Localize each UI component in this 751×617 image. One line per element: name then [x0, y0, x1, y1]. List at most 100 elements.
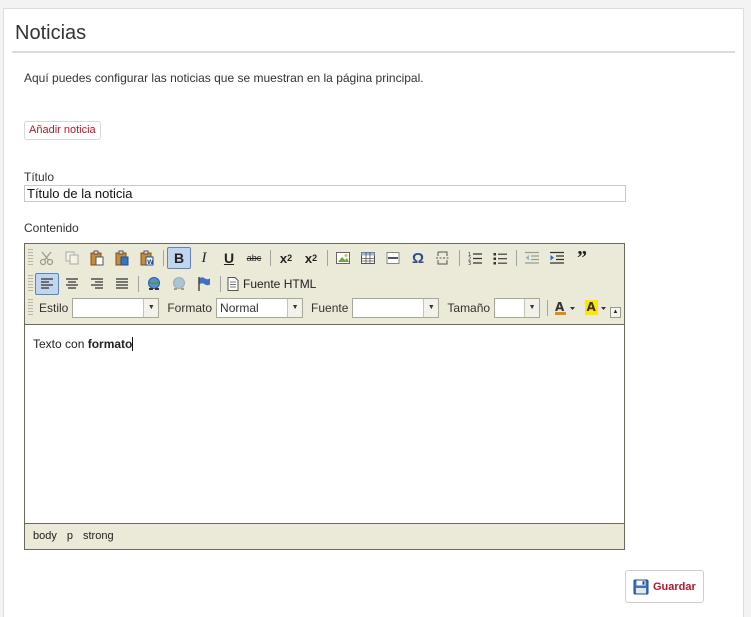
indent-icon [550, 251, 564, 264]
save-button[interactable]: Guardar [625, 570, 704, 603]
svg-text:W: W [147, 259, 154, 266]
save-label: Guardar [653, 580, 696, 593]
bold-button[interactable]: B [167, 247, 191, 269]
page-break-icon [436, 251, 450, 265]
toolbar-separator [516, 250, 517, 266]
outdent-button[interactable] [520, 247, 544, 269]
indent-button[interactable] [545, 247, 569, 269]
content-plain-text: Texto con [33, 337, 88, 351]
chevron-down-icon: ▼ [524, 299, 540, 317]
add-news-button[interactable]: Añadir noticia [24, 121, 101, 140]
format-select[interactable]: Normal ▼ [216, 298, 304, 318]
bulleted-list-icon [493, 253, 507, 265]
toolbar-separator [547, 300, 549, 316]
table-icon [361, 252, 375, 264]
paste-button[interactable] [85, 247, 109, 269]
subscript-button[interactable]: x2 [274, 247, 298, 269]
numbered-list-button[interactable]: 123 [463, 247, 487, 269]
style-select[interactable]: ▼ [72, 298, 160, 318]
paste-text-button[interactable] [110, 247, 134, 269]
bulleted-list-button[interactable] [488, 247, 512, 269]
italic-button[interactable]: I [192, 247, 216, 269]
text-caret [132, 337, 134, 351]
svg-text:A: A [555, 300, 565, 314]
format-label: Formato [167, 301, 213, 315]
chevron-down-icon: ▼ [423, 299, 439, 317]
horizontal-rule-button[interactable] [381, 247, 405, 269]
background-color-button[interactable]: A [582, 297, 612, 319]
format-value: Normal [220, 301, 259, 315]
toolbar-row-1: W B I U abc x2 x2 Ω 1 2 3 ” [27, 246, 595, 270]
editor-content-area[interactable]: Texto con formato [25, 324, 624, 524]
copy-icon [65, 251, 79, 265]
image-button[interactable] [331, 247, 355, 269]
rich-text-editor: W B I U abc x2 x2 Ω 1 2 3 ” Fuente HTML … [24, 243, 625, 550]
toolbar-separator [163, 250, 164, 266]
strikethrough-button[interactable]: abc [242, 247, 266, 269]
copy-button[interactable] [60, 247, 84, 269]
toolbar-separator [459, 250, 460, 266]
text-color-icon: A [555, 300, 576, 315]
toolbar-grip [28, 249, 33, 267]
collapse-toolbar-icon[interactable]: ▲ [610, 307, 621, 318]
content-bold-text: formato [87, 337, 133, 351]
toolbar-separator [270, 250, 271, 266]
link-button[interactable] [142, 273, 166, 295]
page-break-button[interactable] [431, 247, 455, 269]
svg-text:3: 3 [468, 261, 471, 266]
special-char-button[interactable]: Ω [406, 247, 430, 269]
size-label: Tamaño [447, 301, 491, 315]
unlink-globe-icon [173, 277, 185, 290]
align-center-button[interactable] [60, 273, 84, 295]
page-title: Noticias [15, 22, 87, 44]
table-button[interactable] [356, 247, 380, 269]
toolbar-grip [28, 299, 33, 317]
style-label: Estilo [39, 301, 69, 315]
background-color-icon: A [585, 300, 607, 315]
path-item-p[interactable]: p [67, 530, 73, 542]
justify-icon [116, 278, 128, 289]
path-item-strong[interactable]: strong [83, 530, 114, 542]
intro-text: Aquí puedes configurar las noticias que … [24, 71, 424, 85]
chevron-down-icon: ▼ [287, 299, 303, 317]
content-label: Contenido [24, 221, 79, 235]
element-path-bar: body p strong [33, 530, 114, 542]
align-left-button[interactable] [35, 273, 59, 295]
text-color-button[interactable]: A [551, 297, 581, 319]
document-icon [227, 277, 239, 291]
link-globe-icon [148, 277, 160, 290]
paste-text-icon [115, 250, 129, 266]
flag-icon [198, 277, 210, 291]
paste-word-button[interactable]: W [135, 247, 159, 269]
toolbar-separator [220, 276, 221, 292]
horizontal-rule-icon [386, 252, 400, 264]
source-html-label: Fuente HTML [243, 277, 317, 291]
toolbar-grip [28, 275, 33, 293]
title-divider [12, 51, 735, 53]
source-html-button[interactable]: Fuente HTML [224, 273, 321, 295]
font-select[interactable]: ▼ [352, 298, 440, 318]
size-select[interactable]: ▼ [494, 298, 541, 318]
cut-button[interactable] [35, 247, 59, 269]
unlink-button[interactable] [167, 273, 191, 295]
svg-text:A: A [587, 300, 597, 314]
numbered-list-icon: 123 [468, 252, 482, 266]
path-item-body[interactable]: body [33, 530, 57, 542]
underline-button[interactable]: U [217, 247, 241, 269]
toolbar-separator [138, 276, 139, 292]
title-label: Título [24, 170, 55, 184]
align-right-button[interactable] [85, 273, 109, 295]
blockquote-button[interactable]: ” [570, 247, 594, 269]
outdent-icon [525, 251, 539, 264]
font-label: Fuente [311, 301, 349, 315]
anchor-button[interactable] [192, 273, 216, 295]
justify-button[interactable] [110, 273, 134, 295]
superscript-button[interactable]: x2 [299, 247, 323, 269]
toolbar-separator [327, 250, 328, 266]
title-input[interactable] [24, 185, 626, 202]
align-center-icon [66, 278, 78, 289]
scissors-icon [39, 251, 54, 266]
align-right-icon [91, 278, 103, 289]
toolbar-row-2: Fuente HTML [27, 272, 322, 296]
news-panel: Noticias Aquí puedes configurar las noti… [3, 8, 744, 617]
